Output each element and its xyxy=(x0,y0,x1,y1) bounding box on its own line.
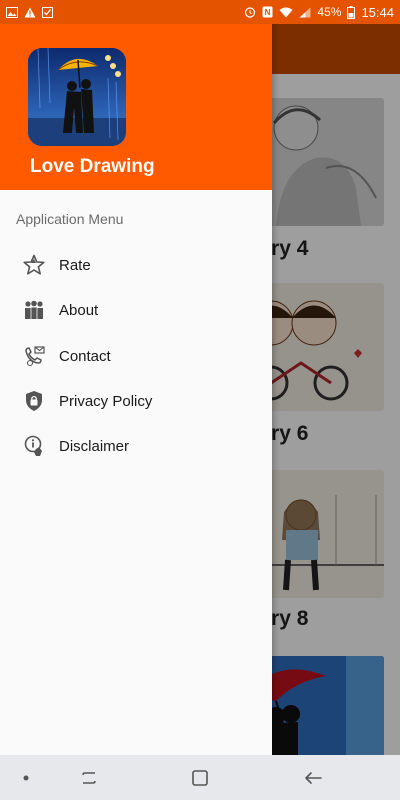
battery-icon xyxy=(347,5,356,19)
menu-item-privacy-policy[interactable]: Privacy Policy xyxy=(0,379,272,423)
shield-lock-icon xyxy=(22,389,46,413)
clock: 15:44 xyxy=(361,4,394,20)
nfc-icon: N xyxy=(262,6,273,18)
menu-item-label: Privacy Policy xyxy=(59,392,153,410)
system-nav-bar xyxy=(0,755,400,800)
menu-item-contact[interactable]: Contact xyxy=(0,334,272,378)
menu-item-label: About xyxy=(59,301,99,319)
check-box-icon xyxy=(42,6,53,18)
signal-icon xyxy=(299,7,311,18)
menu-item-about[interactable]: About xyxy=(0,288,272,332)
star-icon xyxy=(22,253,46,277)
home-icon[interactable] xyxy=(187,765,213,791)
navigation-drawer: Love Drawing Application Menu Rate About… xyxy=(0,0,272,755)
menu-item-disclaimer[interactable]: Disclaimer xyxy=(0,424,272,468)
wifi-icon xyxy=(279,7,293,18)
menu-section-title: Application Menu xyxy=(16,211,124,227)
people-icon xyxy=(22,298,46,322)
app-logo xyxy=(28,48,126,146)
info-hand-icon xyxy=(22,434,46,458)
svg-text:N: N xyxy=(265,8,271,17)
status-bar: N 45% 15:44 xyxy=(0,0,400,24)
menu-item-label: Rate xyxy=(59,256,91,274)
phone-mail-icon xyxy=(22,344,46,368)
back-icon[interactable] xyxy=(300,765,326,791)
gallery-icon xyxy=(6,6,18,18)
menu-item-rate[interactable]: Rate xyxy=(0,243,272,287)
status-left xyxy=(0,6,59,18)
status-right: N 45% 15:44 xyxy=(238,5,400,20)
alarm-icon xyxy=(244,6,256,18)
app-name: Love Drawing xyxy=(30,156,155,177)
menu-item-label: Contact xyxy=(59,347,111,365)
drawer-header: Love Drawing xyxy=(0,0,272,190)
menu-item-label: Disclaimer xyxy=(59,437,130,455)
battery-percent: 45% xyxy=(317,5,342,19)
nav-dot-icon[interactable] xyxy=(13,765,39,791)
warning-icon xyxy=(24,7,36,18)
recent-apps-icon[interactable] xyxy=(76,765,102,791)
